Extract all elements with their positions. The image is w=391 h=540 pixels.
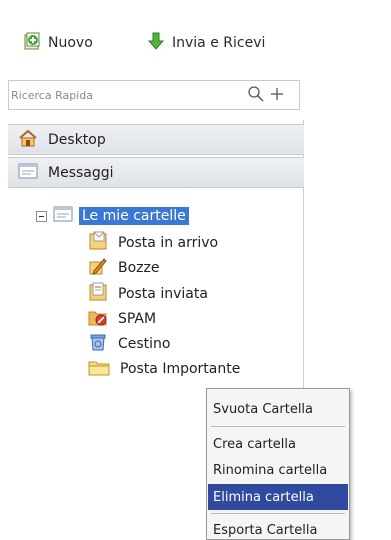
- menu-delete-folder-label: Elimina cartella: [213, 489, 314, 505]
- menu-export-folder-label: Esporta Cartella: [213, 522, 318, 538]
- inbox-icon: [88, 231, 108, 255]
- search-icon[interactable]: [247, 85, 265, 107]
- menu-export-folder[interactable]: Esporta Cartella: [208, 517, 348, 540]
- messages-icon: [18, 163, 38, 183]
- tree-root[interactable]: Le mie cartelle: [36, 205, 189, 227]
- menu-delete-folder[interactable]: Elimina cartella: [208, 484, 348, 510]
- folder-icon: [88, 358, 110, 380]
- download-arrow-icon: [146, 31, 166, 55]
- new-button-label: Nuovo: [48, 35, 93, 51]
- folder-sent[interactable]: Posta inviata: [88, 282, 208, 306]
- folder-inbox-label: Posta in arrivo: [118, 235, 219, 251]
- folder-spam[interactable]: SPAM: [88, 308, 156, 330]
- menu-empty-folder[interactable]: Svuota Cartella: [208, 396, 348, 422]
- add-icon[interactable]: [269, 86, 285, 106]
- folder-trash-label: Cestino: [118, 336, 171, 352]
- nav-desktop[interactable]: Desktop: [8, 124, 304, 155]
- trash-icon: [88, 332, 108, 356]
- nav-desktop-label: Desktop: [48, 131, 106, 148]
- folder-important-label: Posta Importante: [120, 361, 241, 377]
- quick-search: [8, 80, 300, 110]
- nav-messages-label: Messaggi: [48, 164, 114, 181]
- folder-inbox[interactable]: Posta in arrivo: [88, 231, 219, 255]
- toolbar: Nuovo Invia e Ricevi: [0, 0, 305, 84]
- folder-spam-label: SPAM: [118, 311, 157, 327]
- folder-important[interactable]: Posta Importante: [88, 358, 240, 380]
- new-message-icon: [22, 31, 42, 55]
- drafts-icon: [88, 256, 108, 280]
- collapse-icon[interactable]: [36, 210, 47, 222]
- my-folders-icon: [53, 206, 73, 226]
- folder-drafts[interactable]: Bozze: [88, 257, 159, 279]
- sent-icon: [88, 282, 108, 306]
- folder-drafts-label: Bozze: [118, 260, 160, 276]
- menu-create-folder-label: Crea cartella: [213, 436, 296, 452]
- send-receive-label: Invia e Ricevi: [172, 35, 266, 51]
- spam-icon: [88, 307, 108, 331]
- home-icon: [18, 129, 38, 151]
- menu-separator: [211, 426, 345, 427]
- quick-search-input[interactable]: [9, 82, 209, 108]
- menu-rename-folder-label: Rinomina cartella: [213, 462, 328, 478]
- nav-messages[interactable]: Messaggi: [8, 157, 304, 188]
- folder-sent-label: Posta inviata: [118, 286, 208, 302]
- tree-root-label: Le mie cartelle: [79, 207, 189, 225]
- menu-create-folder[interactable]: Crea cartella: [208, 431, 348, 457]
- menu-empty-folder-label: Svuota Cartella: [213, 401, 314, 417]
- menu-rename-folder[interactable]: Rinomina cartella: [208, 457, 348, 483]
- new-button[interactable]: Nuovo: [22, 30, 93, 56]
- folder-trash[interactable]: Cestino: [88, 333, 171, 355]
- context-menu: Svuota Cartella Crea cartella Rinomina c…: [206, 388, 350, 540]
- send-receive-button[interactable]: Invia e Ricevi: [146, 30, 265, 56]
- menu-separator: [211, 513, 345, 514]
